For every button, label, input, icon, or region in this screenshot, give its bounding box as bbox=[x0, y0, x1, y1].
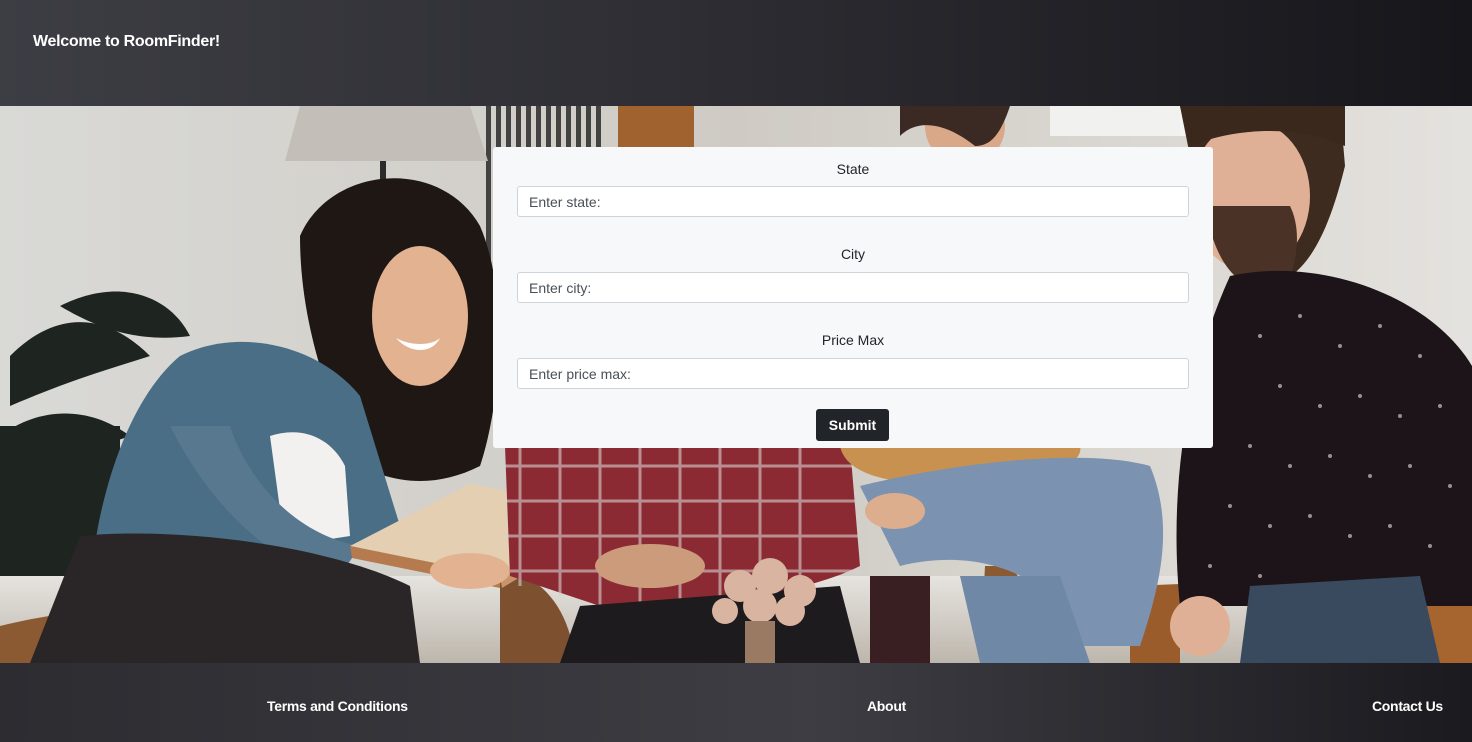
state-label: State bbox=[836, 161, 870, 177]
app-root: Welcome to RoomFinder! State Enter state… bbox=[0, 0, 1472, 742]
city-input[interactable] bbox=[517, 272, 1189, 303]
city-label: City bbox=[840, 246, 866, 262]
submit-button[interactable]: Submit bbox=[816, 409, 889, 441]
price-max-input[interactable] bbox=[517, 358, 1189, 389]
terms-link[interactable]: Terms and Conditions bbox=[267, 698, 408, 714]
price-max-label: Price Max bbox=[821, 332, 885, 348]
about-link[interactable]: About bbox=[867, 698, 906, 714]
search-form: State City Price Max Submit bbox=[493, 147, 1213, 448]
page-title: Welcome to RoomFinder! bbox=[33, 33, 220, 50]
footer: Terms and Conditions About Contact Us bbox=[0, 663, 1472, 742]
state-input[interactable] bbox=[517, 186, 1189, 217]
contact-link[interactable]: Contact Us bbox=[1372, 698, 1443, 714]
top-header: Welcome to RoomFinder! bbox=[0, 0, 1472, 106]
